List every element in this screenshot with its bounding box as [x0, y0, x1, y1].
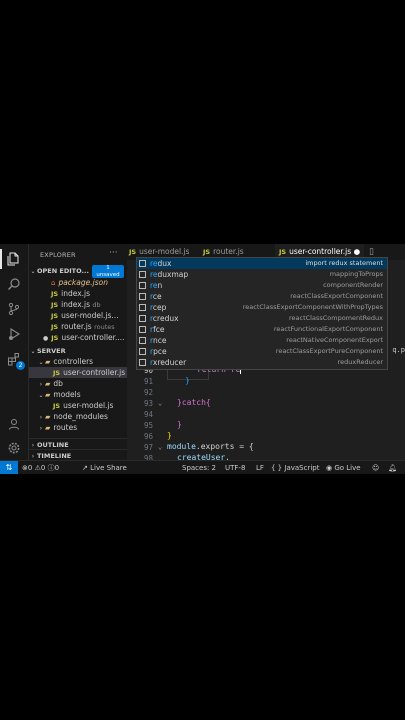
chevron-right-icon: › — [39, 414, 43, 421]
folder-icon: ▰ — [45, 380, 51, 388]
chevron-down-icon: ⌄ — [30, 268, 36, 275]
folder-icon: ▰ — [45, 358, 51, 366]
explorer-icon[interactable] — [0, 249, 24, 269]
line-number: 97 — [143, 443, 153, 452]
folder-controllers[interactable]: ⌄▰ controllers — [29, 356, 135, 367]
more-actions-icon[interactable]: ··· — [109, 248, 118, 258]
snippet-icon — [139, 282, 146, 289]
snippet-icon — [139, 326, 146, 333]
fold-chevron-icon[interactable]: ⌄ — [158, 399, 162, 407]
folder-node-modules[interactable]: › ▰ node_modules — [29, 411, 135, 422]
unsaved-dot-icon: ● — [43, 335, 49, 342]
code-line[interactable]: }catch{ — [177, 398, 211, 407]
js-file-icon: JS — [51, 312, 59, 320]
js-file-icon: JS — [51, 290, 59, 298]
code-line[interactable]: } — [167, 431, 172, 440]
suggestion-item[interactable]: rfce reactFunctionalExportComponent — [137, 324, 387, 335]
extensions-icon[interactable]: 2 — [4, 349, 25, 370]
account-icon[interactable] — [4, 414, 24, 434]
unsaved-dot-icon[interactable]: ● — [354, 247, 361, 256]
extensions-badge: 2 — [16, 361, 25, 370]
js-file-icon: JS — [279, 248, 287, 256]
suggestion-item[interactable]: redux import redux statement — [137, 258, 387, 269]
live-share-button[interactable]: ↗ Live Share — [82, 461, 127, 474]
snippet-icon — [139, 348, 146, 355]
eol-status[interactable]: LF — [256, 461, 264, 474]
status-bar: ⇅ ⊗0 ⚠0 ⓘ0 ↗ Live Share Spaces: 2 UTF-8 … — [0, 460, 405, 474]
snippet-icon — [139, 260, 146, 267]
chevron-down-icon: ⌄ — [38, 392, 44, 399]
go-live-button[interactable]: ◉ Go Live — [326, 461, 361, 474]
js-file-icon: JS — [53, 402, 61, 410]
breadcrumb: q.p — [392, 346, 405, 354]
chevron-down-icon: ⌄ — [38, 359, 44, 366]
line-number: 92 — [143, 388, 153, 397]
folder-icon: ▰ — [45, 391, 51, 399]
js-file-icon: JS — [203, 248, 211, 256]
bell-icon[interactable]: 🔔︎ — [388, 461, 397, 474]
chevron-right-icon: › — [39, 425, 43, 432]
line-number: 96 — [143, 432, 153, 441]
line-number: 94 — [143, 410, 153, 419]
js-file-icon: JS — [51, 301, 59, 309]
info-icon: ⓘ — [47, 464, 55, 472]
server-folder-header[interactable]: ⌄SERVER — [29, 345, 127, 356]
folder-icon: ▰ — [45, 413, 51, 421]
suggestion-item[interactable]: rxreducer reduxReducer — [137, 357, 387, 368]
suggest-widget: redux import redux statement reduxmap ma… — [136, 257, 388, 370]
js-file-icon: JS — [51, 334, 59, 342]
snippet-icon — [139, 293, 146, 300]
json-file-icon: ⌂ — [51, 279, 56, 287]
suggestion-item[interactable]: rcredux reactClassCompomentRedux — [137, 313, 387, 324]
braces-icon: { } — [271, 464, 283, 472]
snippet-icon — [139, 315, 146, 322]
js-file-icon: JS — [53, 369, 61, 377]
open-editor-item-active[interactable]: ● JS user-controller.... — [29, 332, 141, 343]
remote-icon[interactable]: ⇅ — [0, 461, 18, 474]
line-number: 95 — [143, 421, 153, 430]
snippet-icon — [139, 271, 146, 278]
gear-icon[interactable] — [4, 438, 24, 458]
language-mode-status[interactable]: { } JavaScript — [271, 461, 319, 474]
snippet-icon — [139, 304, 146, 311]
snippet-icon — [139, 337, 146, 344]
search-icon[interactable] — [4, 274, 24, 294]
indentation-status[interactable]: Spaces: 2 — [182, 461, 216, 474]
code-line[interactable]: } — [185, 376, 190, 385]
suggestion-item[interactable]: rce reactClassExportComponent — [137, 291, 387, 302]
folder-routes[interactable]: › ▰ routes — [29, 422, 135, 433]
fold-chevron-icon[interactable]: ⌄ — [158, 443, 162, 451]
live-share-icon: ↗ — [82, 464, 88, 472]
suggestion-item[interactable]: ren componentRender — [137, 280, 387, 291]
encoding-status[interactable]: UTF-8 — [225, 461, 245, 474]
code-line[interactable]: module.exports = { — [167, 442, 254, 451]
code-line[interactable]: } — [177, 420, 182, 429]
source-control-icon[interactable] — [4, 299, 24, 319]
explorer-title: EXPLORER — [40, 251, 76, 259]
js-file-icon: JS — [129, 248, 137, 256]
suggestion-item[interactable]: rcep reactClassExportComponentWithPropTy… — [137, 302, 387, 313]
folder-db[interactable]: › ▰ db — [29, 378, 135, 389]
suggestion-item[interactable]: rnce reactNativeComponentExport — [137, 335, 387, 346]
feedback-icon[interactable]: ☺ — [372, 461, 379, 474]
snippet-icon — [139, 359, 146, 366]
broadcast-icon: ◉ — [326, 464, 333, 472]
suggestion-item[interactable]: reduxmap mappingToProps — [137, 269, 387, 280]
activity-bar: 2 — [0, 244, 29, 460]
run-debug-icon[interactable] — [4, 324, 24, 344]
suggestion-item[interactable]: rpce reactClassExportPureComponent — [137, 346, 387, 357]
chevron-right-icon: › — [39, 381, 43, 388]
line-number: 93 — [143, 399, 153, 408]
line-number: 91 — [143, 377, 153, 386]
chevron-down-icon: ⌄ — [30, 348, 36, 355]
problems-status[interactable]: ⊗0 ⚠0 ⓘ0 — [22, 461, 59, 474]
folder-icon: ▰ — [45, 424, 51, 432]
js-file-icon: JS — [51, 323, 59, 331]
explorer-sidebar: EXPLORER ··· ⌄OPEN EDITO... 1 unsaved ⌂ p… — [29, 244, 151, 460]
folder-models[interactable]: ⌄▰ models — [29, 389, 135, 400]
